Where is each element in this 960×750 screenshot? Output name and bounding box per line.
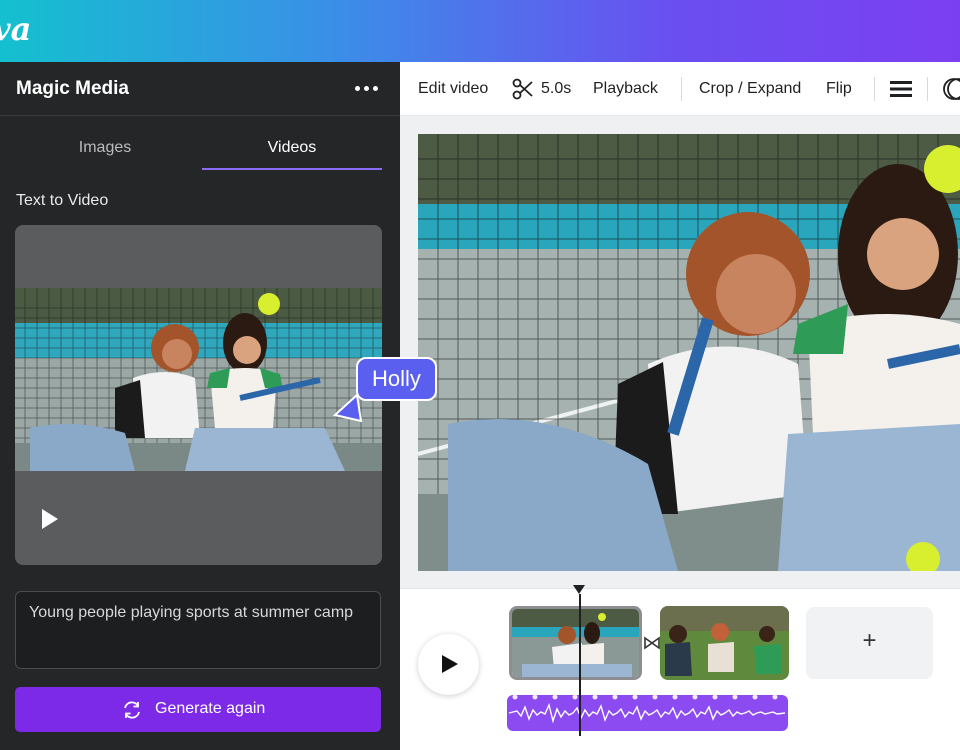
add-icon: + bbox=[862, 627, 877, 654]
audio-track[interactable] bbox=[507, 695, 788, 731]
panel-header: Magic Media bbox=[0, 62, 400, 116]
transition-icon[interactable] bbox=[643, 632, 661, 654]
refresh-icon bbox=[124, 701, 140, 719]
collaborator-cursor-icon bbox=[333, 393, 363, 423]
edit-video-button[interactable]: Edit video bbox=[418, 80, 488, 98]
tab-images[interactable]: Images bbox=[15, 128, 195, 170]
duration-button[interactable]: 5.0s bbox=[541, 80, 571, 98]
add-clip-button[interactable]: + bbox=[806, 607, 933, 679]
crop-expand-button[interactable]: Crop / Expand bbox=[699, 80, 801, 98]
flip-button[interactable]: Flip bbox=[826, 80, 852, 98]
playback-button[interactable]: Playback bbox=[593, 80, 658, 98]
top-bar: va bbox=[0, 0, 960, 62]
tab-videos[interactable]: Videos bbox=[202, 128, 382, 170]
main-video-frame[interactable] bbox=[418, 134, 960, 571]
canva-logo[interactable]: va bbox=[0, 10, 31, 48]
more-options-button[interactable] bbox=[352, 76, 380, 100]
generate-again-button[interactable]: Generate again bbox=[15, 687, 381, 732]
clip-1-thumbnail bbox=[512, 609, 639, 677]
play-button[interactable] bbox=[418, 634, 479, 695]
play-icon bbox=[442, 655, 458, 673]
more-horizontal-icon bbox=[355, 86, 360, 91]
video-preview-card[interactable] bbox=[15, 225, 382, 565]
timeline-clip-2[interactable] bbox=[660, 606, 789, 680]
panel-title: Magic Media bbox=[16, 78, 129, 99]
audio-waveform bbox=[508, 695, 786, 724]
timeline-playhead[interactable] bbox=[578, 586, 582, 736]
scissors-icon[interactable] bbox=[512, 78, 534, 100]
toolbar-divider bbox=[681, 77, 682, 101]
clip-2-thumbnail bbox=[660, 606, 789, 680]
preview-play-icon[interactable] bbox=[37, 507, 61, 531]
prompt-input[interactable]: Young people playing sports at summer ca… bbox=[15, 591, 381, 669]
timeline-clip-1[interactable] bbox=[509, 606, 642, 680]
transparency-icon[interactable] bbox=[941, 76, 960, 102]
position-menu-icon[interactable] bbox=[890, 80, 912, 98]
generate-again-label: Generate again bbox=[155, 700, 266, 717]
prompt-text: Young people playing sports at summer ca… bbox=[29, 604, 354, 621]
generated-video-thumbnail bbox=[15, 288, 382, 471]
collaborator-label: Holly bbox=[356, 357, 437, 401]
editor-toolbar: Edit video 5.0s Playback Crop / Expand F… bbox=[400, 62, 960, 116]
section-label: Text to Video bbox=[16, 192, 109, 209]
playhead-handle-icon[interactable] bbox=[573, 585, 585, 595]
